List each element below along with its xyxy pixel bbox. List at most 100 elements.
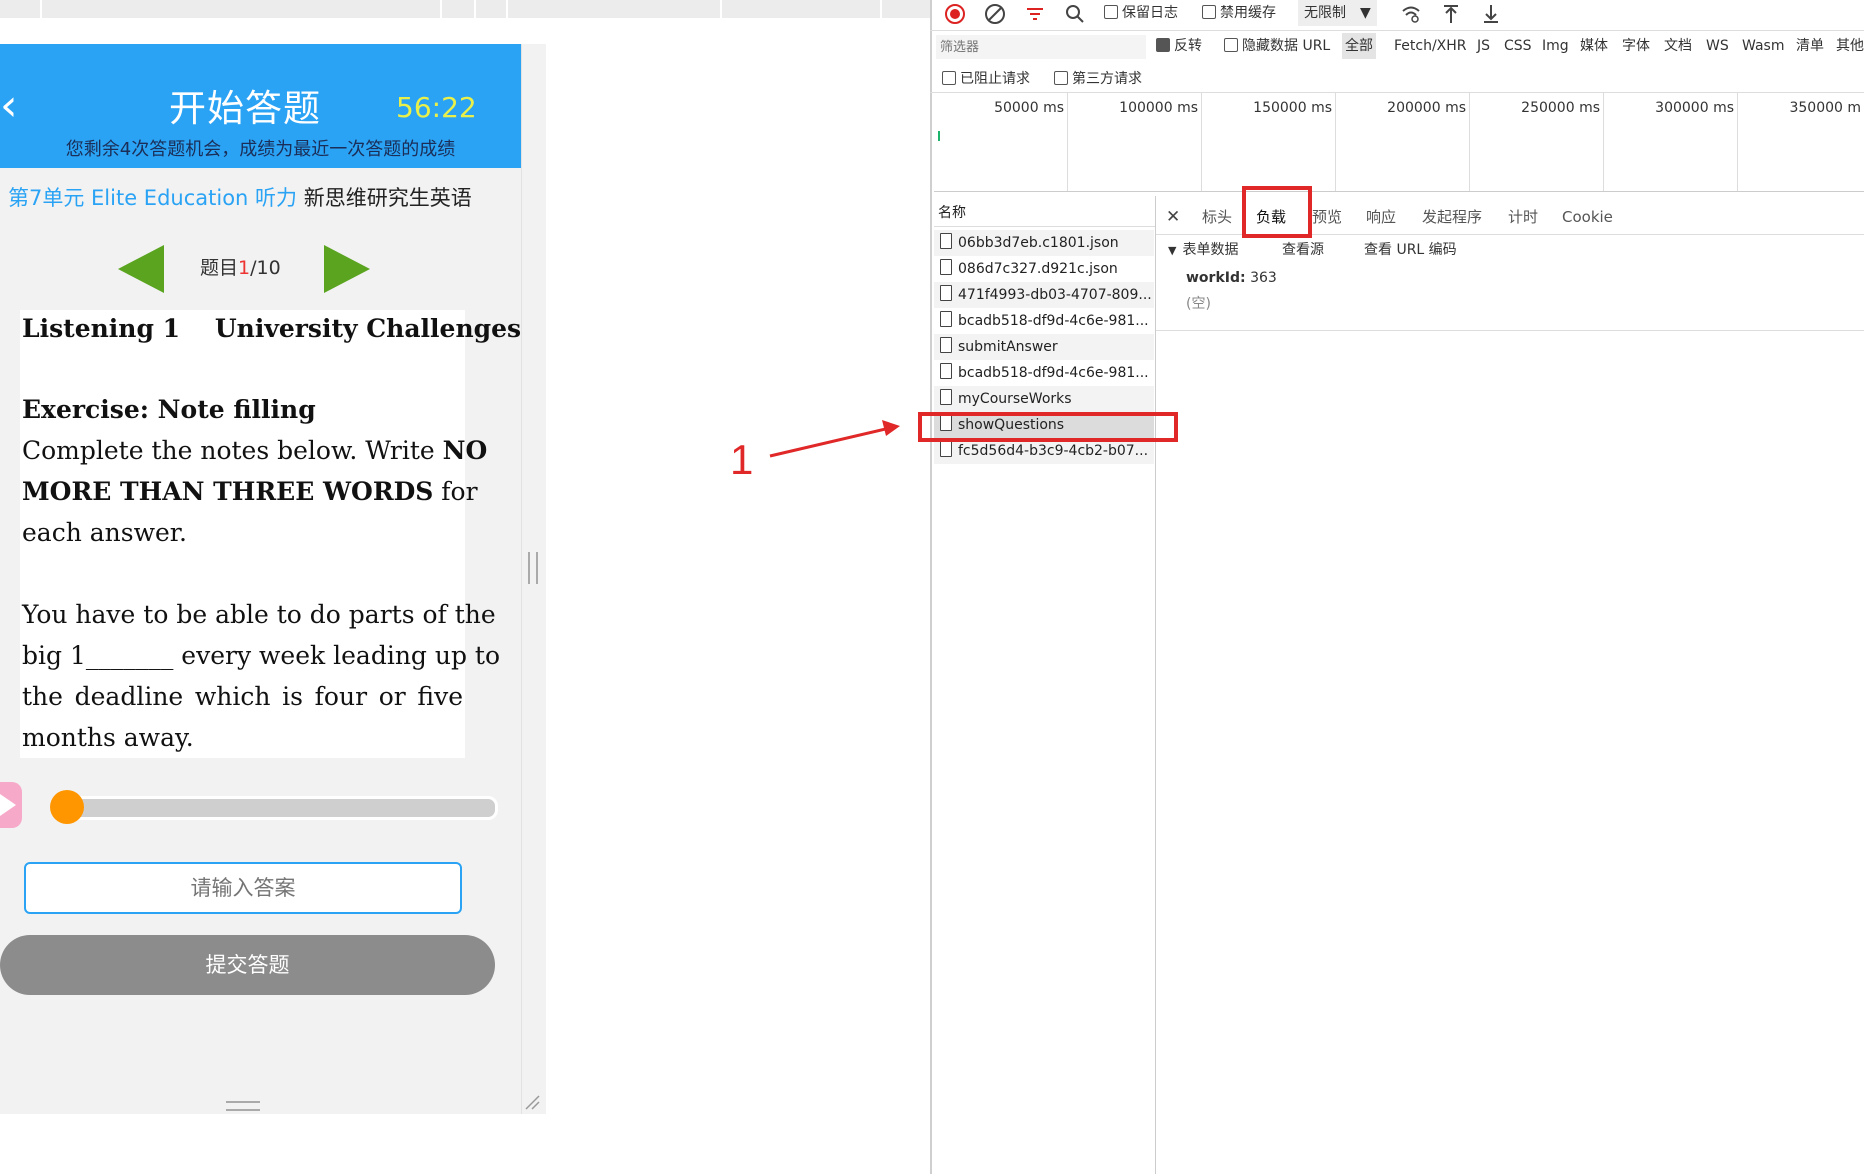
file-icon: [940, 389, 952, 405]
file-icon: [940, 311, 952, 327]
request-row[interactable]: 06bb3d7eb.c1801.json: [934, 230, 1154, 256]
view-source-link[interactable]: 查看源: [1282, 238, 1324, 262]
network-timeline[interactable]: 50000 ms 100000 ms 150000 ms 200000 ms 2…: [934, 93, 1864, 192]
blocked-requests-checkbox[interactable]: 已阻止请求: [942, 66, 1030, 92]
file-icon: [940, 441, 952, 457]
question-total: /10: [250, 257, 281, 279]
filter-bar: 反转 隐藏数据 URL 全部 Fetch/XHR JS CSS Img 媒体 字…: [930, 33, 1864, 63]
tab-cookie[interactable]: Cookie: [1562, 200, 1613, 234]
type-filter-fetch[interactable]: Fetch/XHR: [1394, 33, 1467, 59]
type-filter-wasm[interactable]: Wasm: [1742, 33, 1784, 59]
checkbox-icon: [1202, 5, 1216, 19]
type-filter-manifest[interactable]: 清单: [1796, 33, 1824, 59]
close-icon[interactable]: ✕: [1166, 200, 1180, 234]
export-har-icon[interactable]: [1480, 3, 1502, 25]
payload-empty: (空): [1186, 296, 1211, 312]
request-name: 06bb3d7eb.c1801.json: [958, 235, 1119, 251]
record-icon[interactable]: [944, 3, 966, 25]
next-question-icon[interactable]: [324, 245, 370, 293]
audio-progress-track[interactable]: [52, 796, 498, 820]
answer-input[interactable]: [24, 862, 462, 914]
request-row[interactable]: bcadb518-df9d-4c6e-981...: [934, 360, 1154, 386]
question-label: 题目: [200, 257, 239, 279]
question-counter: 题目1/10: [200, 252, 290, 284]
blocked-requests-label: 已阻止请求: [960, 71, 1030, 87]
name-column-label: 名称: [938, 205, 966, 221]
type-filter-other[interactable]: 其他: [1836, 33, 1864, 59]
play-icon: [0, 794, 16, 816]
file-icon: [940, 285, 952, 301]
request-row[interactable]: 471f4993-db03-4707-809...: [934, 282, 1154, 308]
request-name: 471f4993-db03-4707-809...: [958, 287, 1152, 303]
checkbox-icon: [1224, 38, 1238, 52]
search-icon[interactable]: [1064, 3, 1086, 25]
tab-preview[interactable]: 预览: [1312, 200, 1342, 234]
highlight-box-request: [918, 412, 1178, 442]
tab-initiator[interactable]: 发起程序: [1422, 200, 1482, 234]
checkbox-checked-icon: [1156, 38, 1170, 52]
third-party-checkbox[interactable]: 第三方请求: [1054, 66, 1142, 92]
passage-line: months away.: [22, 723, 194, 752]
payload-entry: workId: 363: [1186, 266, 1277, 290]
payload-panel: ▼ 表单数据 查看源 查看 URL 编码 workId: 363 (空): [1156, 236, 1864, 331]
name-column-header[interactable]: 名称: [934, 200, 1155, 227]
type-filter-css[interactable]: CSS: [1504, 33, 1532, 59]
chevron-down-icon: ▼: [1360, 5, 1371, 21]
timeline-tick: 350000 m: [1789, 100, 1861, 116]
resize-corner-icon[interactable]: [524, 1094, 540, 1110]
course-title: 第7单元 Elite Education 听力 新思维研究生英语: [8, 182, 518, 214]
request-row[interactable]: 086d7c327.d921c.json: [934, 256, 1154, 282]
tab-timing[interactable]: 计时: [1508, 200, 1538, 234]
type-filter-font[interactable]: 字体: [1622, 33, 1650, 59]
disable-cache-checkbox[interactable]: 禁用缓存: [1202, 0, 1276, 26]
request-name: myCourseWorks: [958, 391, 1072, 407]
clear-icon[interactable]: [984, 3, 1006, 25]
timeline-request-mark: [938, 131, 940, 141]
chevron-down-icon: ▼: [1168, 244, 1177, 257]
type-filter-all[interactable]: 全部: [1342, 33, 1376, 59]
passage-line: You have to be able to do parts of the: [22, 600, 496, 629]
payload-value: 363: [1250, 270, 1277, 286]
import-har-icon[interactable]: [1440, 3, 1462, 25]
file-icon: [940, 337, 952, 353]
tab-headers[interactable]: 标头: [1202, 200, 1232, 234]
request-row[interactable]: myCourseWorks: [934, 386, 1154, 412]
request-row[interactable]: bcadb518-df9d-4c6e-981...: [934, 308, 1154, 334]
type-filter-js[interactable]: JS: [1477, 33, 1490, 59]
submit-button[interactable]: 提交答题: [0, 935, 495, 995]
type-filter-media[interactable]: 媒体: [1580, 33, 1608, 59]
throttle-select[interactable]: 无限制 ▼: [1298, 0, 1377, 26]
request-row[interactable]: submitAnswer: [934, 334, 1154, 360]
resize-handle-horizontal[interactable]: [226, 1101, 260, 1111]
timeline-tick: 100000 ms: [1068, 93, 1202, 191]
resize-handle-vertical[interactable]: [528, 552, 538, 584]
checkbox-icon: [1054, 71, 1068, 85]
form-data-label: 表单数据: [1182, 242, 1239, 258]
preserve-log-label: 保留日志: [1122, 5, 1178, 21]
chevron-left-icon[interactable]: ‹: [0, 84, 30, 128]
checkbox-icon: [1104, 5, 1118, 19]
course-book: 新思维研究生英语: [303, 186, 472, 210]
timeline-tick: 50000 ms: [934, 93, 1068, 191]
type-filter-doc[interactable]: 文档: [1664, 33, 1692, 59]
annotation-arrow-1: [769, 420, 900, 458]
filter-icon[interactable]: [1024, 3, 1046, 25]
audio-progress-handle[interactable]: [50, 790, 84, 824]
request-name: 086d7c327.d921c.json: [958, 261, 1118, 277]
type-filter-ws[interactable]: WS: [1706, 33, 1729, 59]
tab-response[interactable]: 响应: [1366, 200, 1396, 234]
highlight-box-payload-tab: [1242, 186, 1312, 238]
network-conditions-icon[interactable]: [1400, 3, 1422, 25]
form-data-section[interactable]: ▼ 表单数据: [1168, 238, 1238, 263]
third-party-label: 第三方请求: [1072, 71, 1142, 87]
hide-data-urls-checkbox[interactable]: 隐藏数据 URL: [1224, 33, 1330, 59]
invert-checkbox[interactable]: 反转: [1156, 33, 1202, 59]
preserve-log-checkbox[interactable]: 保留日志: [1104, 0, 1178, 26]
exercise-title: Exercise: Note filling: [22, 395, 316, 424]
prev-question-icon[interactable]: [118, 245, 164, 293]
invert-label: 反转: [1174, 38, 1202, 54]
top-bar-cell: [474, 0, 508, 18]
view-url-encoded-link[interactable]: 查看 URL 编码: [1364, 238, 1457, 262]
filter-input[interactable]: [936, 35, 1146, 59]
type-filter-img[interactable]: Img: [1542, 33, 1569, 59]
